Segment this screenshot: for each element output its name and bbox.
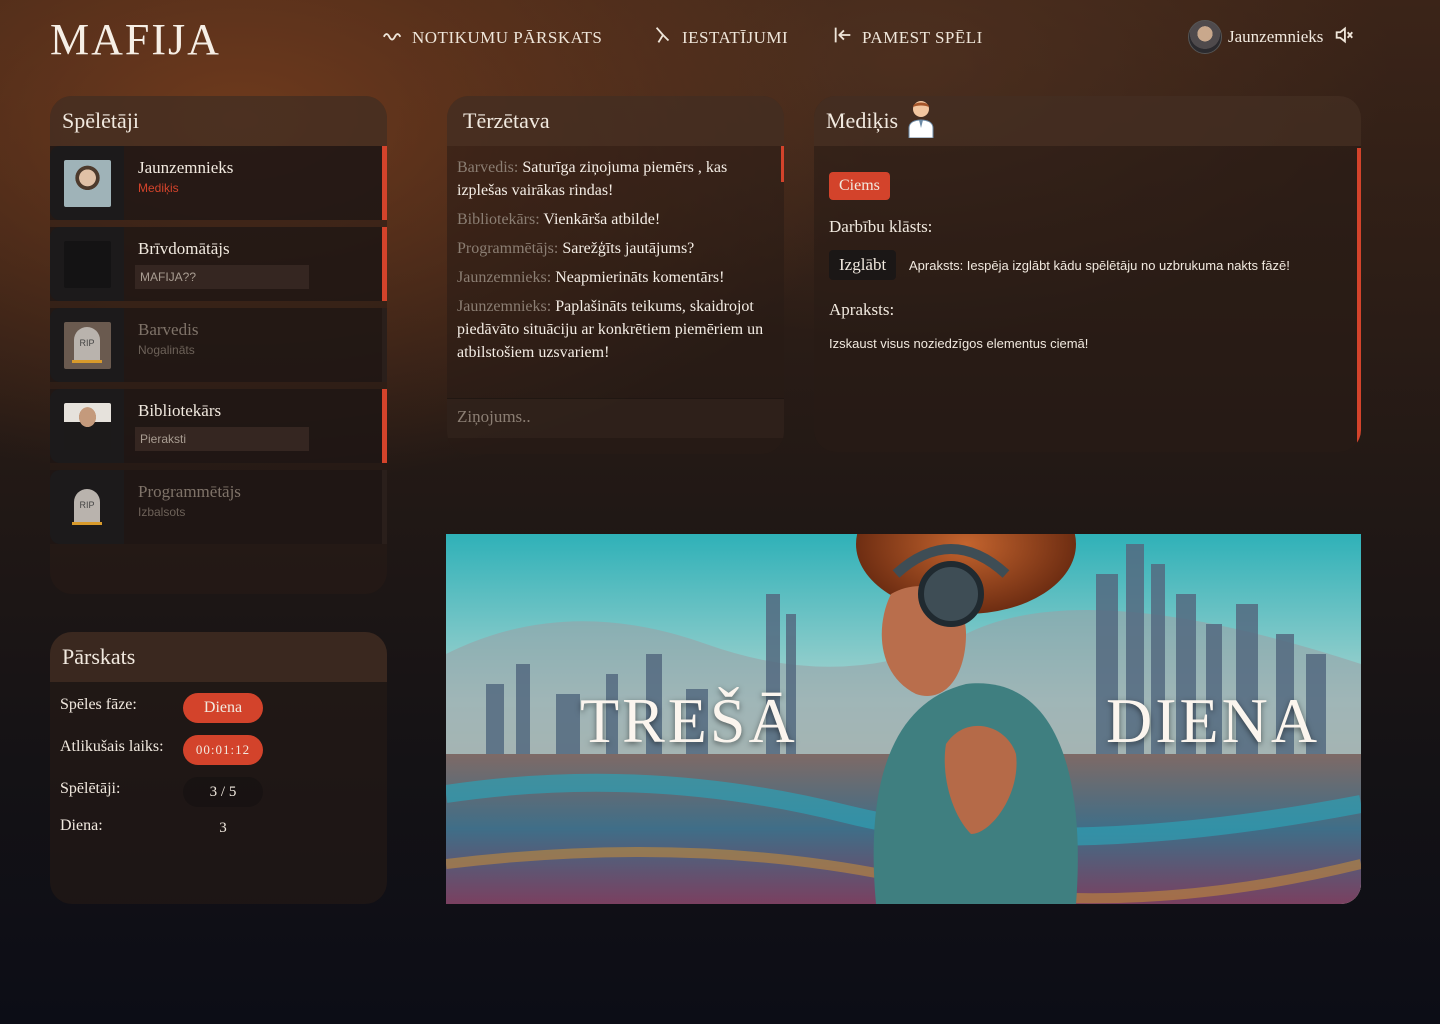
timer-badge: 00:01:12 — [183, 735, 263, 765]
player-card-barvedis[interactable]: RIP Barvedis Nogalināts — [50, 308, 387, 382]
phase-label: Spēles fāze: — [60, 696, 137, 713]
events-icon — [382, 24, 404, 51]
player-avatar — [63, 402, 111, 450]
actions-label: Darbību klāsts: — [829, 217, 933, 236]
message-author: Programmētājs: — [457, 240, 559, 257]
chat-message: Jaunzemnieks: Neapmierināts komentārs! — [457, 266, 774, 289]
day-banner: TREŠĀ DIENA — [446, 534, 1361, 904]
players-panel-title: Spēlētāji — [50, 96, 387, 146]
chat-scrollbar[interactable] — [781, 146, 784, 182]
overview-panel: Pārskats Spēles fāze: Diena Atlikušais l… — [50, 632, 387, 904]
team-badge: Ciems — [829, 172, 890, 200]
player-name: Bibliotekārs — [138, 401, 222, 420]
player-note-field[interactable]: Pieraksti — [135, 427, 309, 451]
player-name: Jaunzemnieks — [138, 158, 234, 177]
message-text: Vienkārša atbilde! — [543, 211, 661, 228]
phase-badge: Diena — [183, 693, 263, 723]
day-value: 3 — [219, 819, 227, 836]
players-panel: Spēlētāji Jaunzemnieks Mediķis Brīvdomāt… — [50, 96, 387, 594]
user-avatar — [1188, 20, 1222, 54]
role-header: Mediķis — [814, 96, 1361, 146]
player-role: Izbalsots — [138, 505, 186, 519]
chat-panel: Tērzētava Barvedis: Saturīga ziņojuma pi… — [447, 96, 784, 454]
settings-icon — [652, 24, 674, 51]
player-card-programmetajs[interactable]: RIP Programmētājs Izbalsots — [50, 470, 387, 544]
save-action-button[interactable]: Izglābt — [829, 250, 897, 280]
player-thumb-wrap — [50, 146, 124, 220]
nav-leave-label: PAMEST SPĒLI — [862, 27, 983, 47]
speaker-muted-icon[interactable] — [1333, 24, 1355, 51]
tombstone-icon: RIP — [63, 321, 111, 369]
nav-events-link[interactable]: NOTIKUMU PĀRSKATS — [382, 24, 602, 51]
role-title: Mediķis — [826, 108, 899, 133]
user-menu[interactable]: Jaunzemnieks — [1188, 20, 1355, 54]
player-role: Nogalināts — [138, 343, 195, 357]
player-thumb-wrap — [50, 389, 124, 463]
message-author: Barvedis: — [457, 159, 519, 176]
description-text: Izskaust visus noziedzīgos elementus cie… — [829, 336, 1089, 351]
players-count-label: Spēlētāji: — [60, 780, 121, 797]
user-name: Jaunzemnieks — [1228, 27, 1324, 46]
message-author: Bibliotekārs: — [457, 211, 540, 228]
nav-settings-label: IESTATĪJUMI — [682, 27, 789, 47]
player-card-jaunzemnieks[interactable]: Jaunzemnieks Mediķis — [50, 146, 387, 220]
player-thumb-wrap: RIP — [50, 308, 124, 382]
player-role: Mediķis — [138, 181, 179, 195]
overview-title: Pārskats — [50, 632, 387, 682]
role-panel: Mediķis Ciems Darbību klāsts: Izglābt Ap… — [814, 96, 1361, 452]
players-count-value: 3 / 5 — [183, 777, 263, 807]
nav-settings-link[interactable]: IESTATĪJUMI — [652, 24, 788, 51]
chat-message: Programmētājs: Sarežģīts jautājums? — [457, 237, 774, 260]
chat-title: Tērzētava — [447, 96, 784, 146]
nav-leave-link[interactable]: PAMEST SPĒLI — [832, 24, 983, 51]
banner-word-2: DIENA — [1106, 685, 1321, 756]
player-thumb-wrap — [50, 227, 124, 301]
leave-icon — [832, 24, 854, 51]
role-scrollbar[interactable] — [1357, 148, 1361, 444]
player-name: Barvedis — [138, 320, 199, 339]
message-text: Sarežģīts jautājums? — [562, 240, 695, 257]
player-thumb-wrap: RIP — [50, 470, 124, 544]
description-label: Apraksts: — [829, 300, 895, 319]
chat-messages[interactable]: Barvedis: Saturīga ziņojuma piemērs , ka… — [447, 146, 784, 396]
chat-input[interactable]: Ziņojums.. — [447, 398, 784, 438]
player-name: Programmētājs — [138, 482, 241, 501]
doctor-icon — [906, 98, 936, 144]
player-status-bar — [382, 470, 387, 544]
message-text: Neapmierināts komentārs! — [555, 269, 725, 286]
day-label: Diena: — [60, 817, 103, 834]
action-description: Apraksts: Iespēja izglābt kādu spēlētāju… — [909, 258, 1290, 273]
player-note-field[interactable]: MAFIJA?? — [135, 265, 309, 289]
svg-text:RIP: RIP — [79, 500, 94, 510]
player-status-bar — [382, 227, 387, 301]
player-status-bar — [382, 389, 387, 463]
svg-text:RIP: RIP — [79, 338, 94, 348]
message-author: Jaunzemnieks: — [457, 269, 552, 286]
nav-events-label: NOTIKUMU PĀRSKATS — [412, 27, 603, 47]
player-avatar — [63, 240, 111, 288]
chat-message: Bibliotekārs: Vienkārša atbilde! — [457, 208, 774, 231]
chat-message: Jaunzemnieks: Paplašināts teikums, skaid… — [457, 295, 774, 364]
player-avatar — [63, 159, 111, 207]
player-card-bibliotekars[interactable]: Bibliotekārs Pieraksti — [50, 389, 387, 463]
tombstone-icon: RIP — [64, 484, 111, 531]
player-card-brivdomatajs[interactable]: Brīvdomātājs MAFIJA?? — [50, 227, 387, 301]
app-logo: MAFIJA — [50, 15, 221, 64]
banner-word-1: TREŠĀ — [580, 685, 798, 756]
time-label: Atlikušais laiks: — [60, 738, 164, 755]
chat-message: Barvedis: Saturīga ziņojuma piemērs , ka… — [457, 156, 774, 202]
player-name: Brīvdomātājs — [138, 239, 230, 258]
player-status-bar — [382, 308, 387, 382]
message-author: Jaunzemnieks: — [457, 298, 552, 315]
player-status-bar — [382, 146, 387, 220]
